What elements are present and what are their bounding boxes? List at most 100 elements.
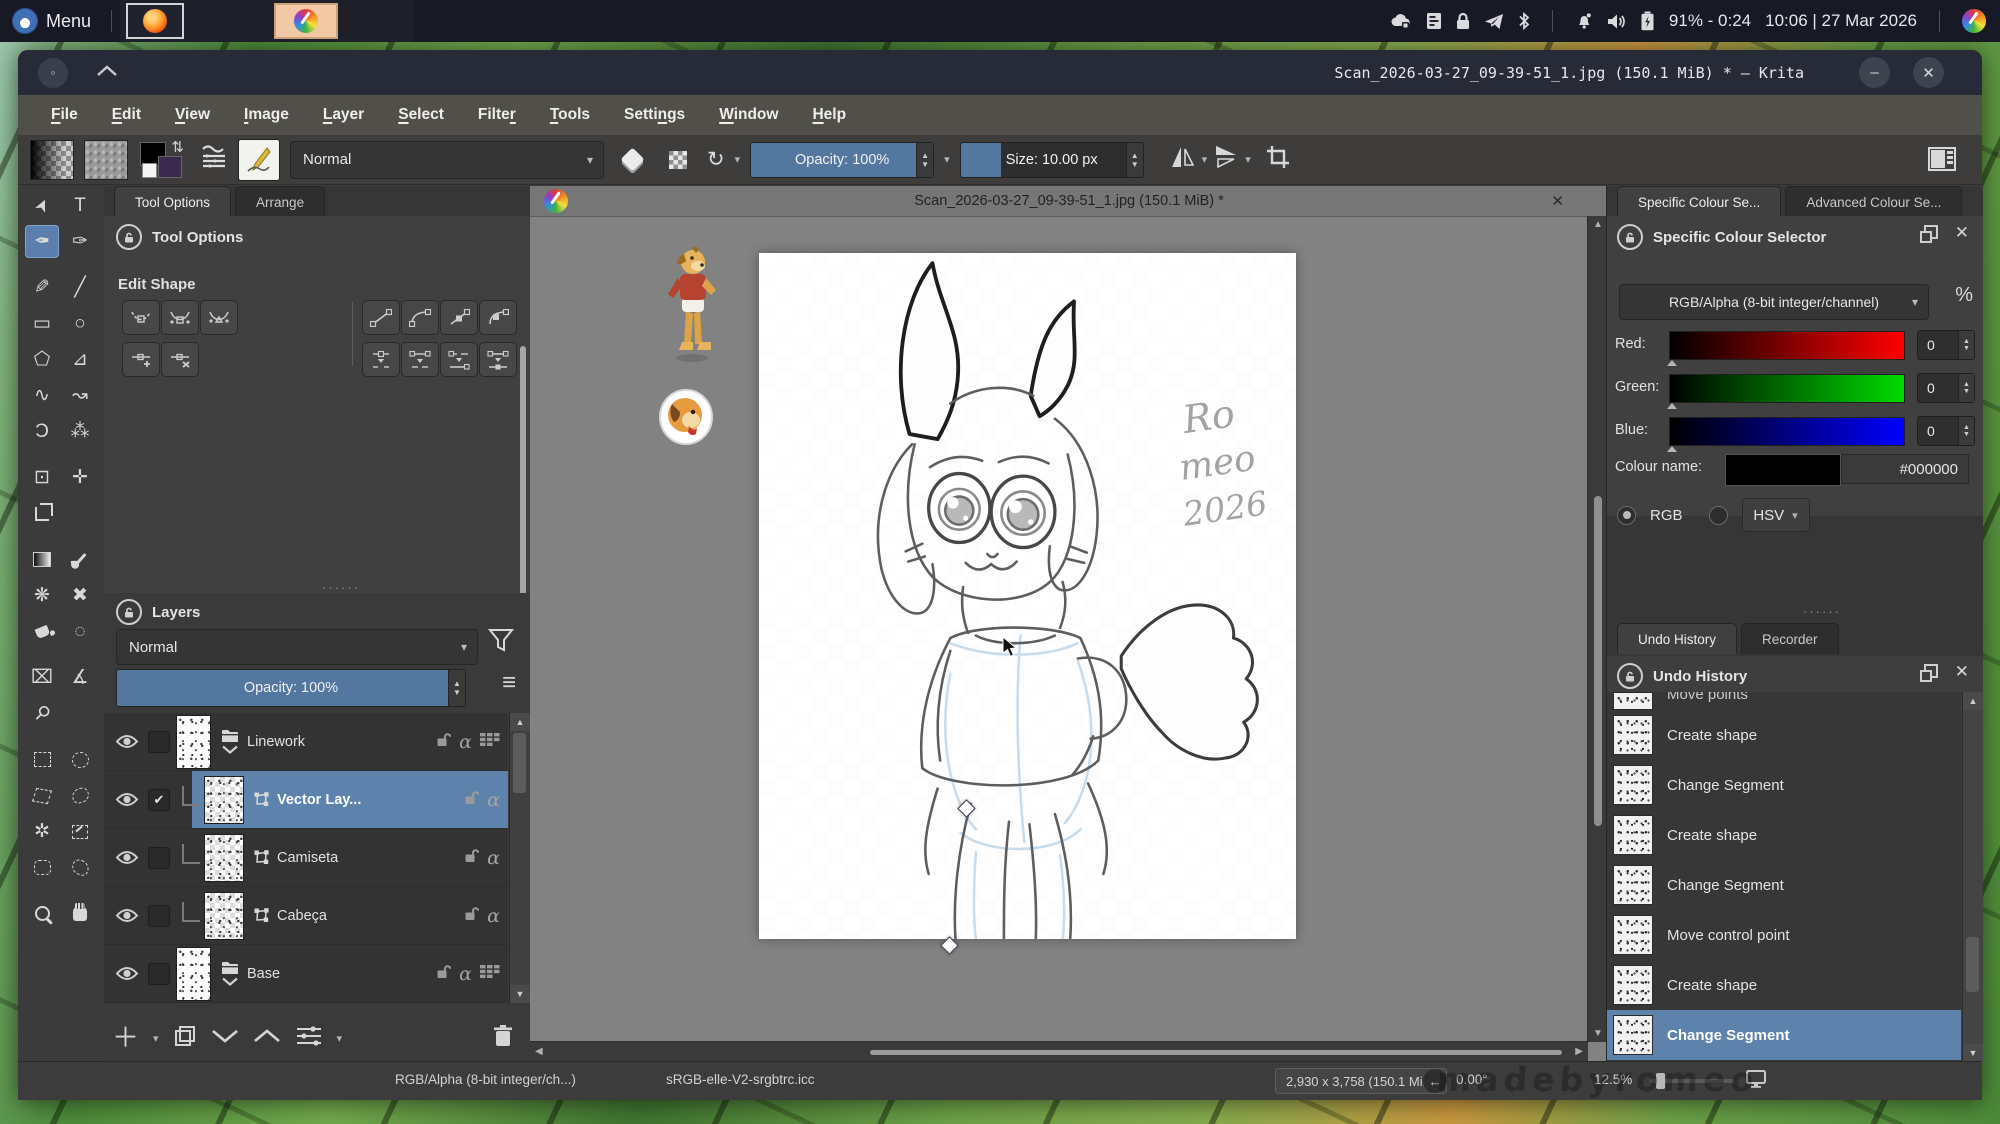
move-layer-up-button[interactable] — [253, 1029, 281, 1048]
layer-visibility-icon[interactable] — [112, 733, 142, 750]
smart-patch-tool[interactable]: ✖ — [63, 579, 97, 612]
bluetooth-icon[interactable] — [1518, 12, 1530, 30]
scroll-right-icon[interactable]: ▶ — [1575, 1046, 1583, 1057]
mirror-vertical-icon[interactable] — [1213, 145, 1239, 174]
layer-row[interactable]: Baseα — [104, 945, 508, 1003]
drag-handle[interactable]: ······ — [1803, 604, 1841, 619]
scroll-up-icon[interactable]: ▲ — [1963, 692, 1983, 710]
layer-visibility-icon[interactable] — [112, 907, 142, 924]
assistants-tool[interactable]: ⌧ — [25, 661, 59, 694]
layer-row[interactable]: Cabeçaα — [104, 887, 508, 945]
layer-checkbox[interactable] — [148, 963, 170, 985]
scroll-down-icon[interactable]: ▼ — [510, 985, 530, 1003]
blue-value-spinbox[interactable]: 0▲▼ — [1917, 416, 1975, 446]
layer-row[interactable]: Camisetaα — [104, 829, 508, 887]
taskbar-krita-button[interactable] — [274, 3, 338, 39]
gradient-tool[interactable] — [25, 543, 59, 576]
default-colors-icon[interactable] — [142, 163, 157, 178]
close-docker-icon[interactable]: ✕ — [1955, 662, 1969, 682]
layer-opacity-spinner[interactable]: ▲▼ — [448, 670, 465, 706]
layer-checkbox[interactable] — [148, 731, 170, 753]
color-sampler-tool[interactable] — [63, 543, 97, 576]
hsv-radio[interactable] — [1709, 506, 1728, 525]
layer-opacity-slider[interactable]: Opacity: 100% ▲▼ — [116, 669, 466, 707]
curve-segment-button[interactable] — [401, 300, 439, 335]
eraser-mode-icon[interactable] — [620, 147, 644, 171]
corner-point-button[interactable] — [122, 300, 160, 335]
polyline-tool[interactable]: ⊿ — [63, 343, 97, 376]
undo-history-item[interactable]: Create shape — [1607, 710, 1961, 760]
menu-image[interactable]: Image — [227, 106, 306, 124]
window-title-bar[interactable]: ◦ Scan_2026-03-27_09-39-51_1.jpg (150.1 … — [18, 50, 1982, 95]
layer-lock-icon[interactable] — [464, 848, 479, 868]
document-tab-bar[interactable]: Scan_2026-03-27_09-39-51_1.jpg (150.1 Mi… — [530, 186, 1608, 217]
crop-toolbar-icon[interactable] — [1265, 144, 1291, 175]
size-spinner[interactable]: ▲▼ — [1126, 143, 1143, 177]
red-slider[interactable] — [1669, 331, 1905, 360]
swap-colors-icon[interactable]: ⇅ — [171, 138, 184, 156]
tab-specific-colour-selector[interactable]: Specific Colour Se... — [1617, 186, 1781, 217]
add-layer-button[interactable]: ＋ — [112, 1025, 139, 1052]
record-indicator-icon[interactable]: ◦ — [38, 58, 68, 88]
green-slider[interactable] — [1669, 374, 1905, 403]
status-colorspace[interactable]: RGB/Alpha (8-bit integer/ch...) — [395, 1072, 576, 1087]
document-canvas[interactable]: Ro meo 2026 — [759, 253, 1296, 939]
chevron-down-icon[interactable]: ▾ — [153, 1032, 159, 1045]
tab-arrange[interactable]: Arrange — [235, 186, 325, 217]
enclose-fill-tool[interactable]: ◌ — [63, 615, 97, 648]
layer-name[interactable]: Vector Lay... — [277, 792, 361, 808]
remove-point-button[interactable] — [161, 342, 199, 377]
undo-history-item[interactable]: Move points — [1607, 692, 1961, 710]
layer-properties-button[interactable] — [295, 1025, 323, 1052]
layer-checkbox[interactable]: ✔ — [148, 789, 170, 811]
layer-blending-select[interactable]: Normal ▾ — [116, 629, 478, 665]
blending-mode-select[interactable]: Normal ▾ — [290, 141, 604, 179]
measure-tool[interactable]: ∡ — [63, 661, 97, 694]
red-slider-marker[interactable] — [1667, 360, 1677, 366]
layer-thumbnail[interactable] — [204, 892, 244, 940]
duplicate-layer-button[interactable] — [173, 1024, 197, 1053]
brush-preset-chooser[interactable] — [238, 139, 280, 181]
scroll-down-icon[interactable]: ▼ — [1963, 1044, 1983, 1062]
layer-checkbox[interactable] — [148, 905, 170, 927]
layer-visibility-icon[interactable] — [112, 965, 142, 982]
opacity-spinner[interactable]: ▲▼ — [916, 143, 933, 177]
select-shapes-tool[interactable]: ➤ — [25, 189, 59, 222]
reference-images-tool[interactable]: ⚲ — [25, 697, 59, 730]
zoom-tool[interactable] — [25, 897, 59, 930]
tab-tool-options[interactable]: Tool Options — [114, 186, 231, 217]
blue-slider[interactable] — [1669, 417, 1905, 446]
chevron-down-icon[interactable]: ▾ — [944, 153, 950, 166]
layer-lock-icon[interactable] — [464, 790, 479, 810]
move-tool[interactable]: ✛ — [63, 461, 97, 494]
bezier-curve-tool[interactable]: ∿ — [25, 379, 59, 412]
green-value-spinbox[interactable]: 0▲▼ — [1917, 373, 1975, 403]
insert-point-button[interactable] — [122, 342, 160, 377]
layer-lock-icon[interactable] — [436, 732, 451, 752]
blue-slider-marker[interactable] — [1667, 446, 1677, 452]
layer-list-scrollbar[interactable]: ▲ ▼ — [509, 713, 530, 1003]
reference-image-dog-figure[interactable] — [662, 246, 724, 369]
unite-points-button[interactable] — [440, 342, 478, 377]
menu-window[interactable]: Window — [702, 106, 795, 124]
scroll-left-icon[interactable]: ◀ — [535, 1046, 543, 1057]
scroll-thumb[interactable] — [1594, 496, 1602, 826]
taskbar-firefox-button[interactable] — [126, 3, 184, 39]
layer-thumbnail[interactable] — [204, 834, 244, 882]
transform-tool[interactable]: ⊡ — [25, 461, 59, 494]
layer-styles-icon[interactable] — [480, 733, 500, 751]
canvas-area[interactable]: Scan_2026-03-27_09-39-51_1.jpg (150.1 Mi… — [530, 186, 1608, 1062]
layer-thumbnail[interactable] — [204, 776, 244, 824]
break-segment-button[interactable] — [479, 342, 517, 377]
layer-menu-icon[interactable]: ≡ — [502, 671, 516, 695]
undo-history-item[interactable]: Change Segment — [1607, 1010, 1961, 1060]
polygonal-select-tool[interactable] — [25, 779, 59, 812]
calligraphy-tool[interactable]: ✑ — [63, 225, 97, 258]
menu-view[interactable]: View — [158, 106, 227, 124]
layer-name[interactable]: Cabeça — [277, 908, 327, 924]
alpha-lock-icon[interactable]: α — [459, 731, 472, 753]
freehand-select-tool[interactable] — [63, 779, 97, 812]
workspace-chooser-icon[interactable] — [1928, 147, 1956, 176]
float-docker-icon[interactable] — [1919, 663, 1939, 688]
foreground-background-colors[interactable]: ⇅ — [138, 140, 184, 180]
